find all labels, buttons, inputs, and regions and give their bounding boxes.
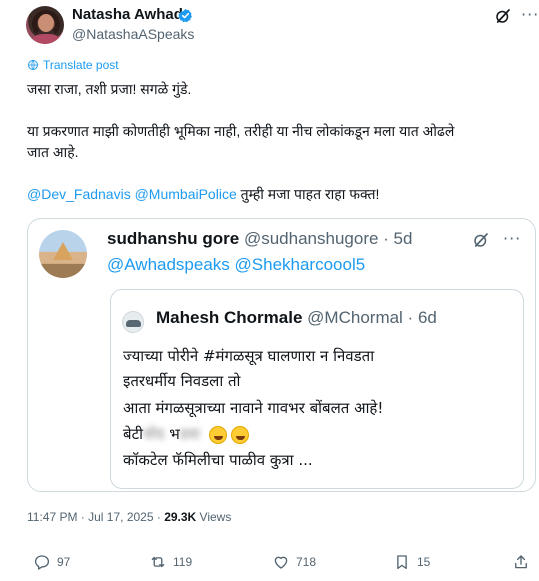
share-icon — [515, 555, 527, 569]
repost-icon — [151, 556, 165, 568]
quoted-author-line: sudhanshu gore @sudhanshugore · 5d — [107, 229, 412, 249]
author-handle[interactable]: @NatashaASpeaks — [72, 26, 194, 42]
globe-icon — [28, 60, 38, 70]
share-button[interactable] — [512, 553, 530, 571]
nested-author-avatar[interactable] — [122, 311, 144, 333]
author-display-name[interactable]: Natasha Awhad — [72, 6, 183, 23]
bookmark-icon — [397, 555, 407, 570]
nested-author-line: Mahesh Chormale @MChormal · 6d — [156, 308, 437, 328]
more-options-icon[interactable]: ··· — [503, 231, 521, 247]
post-meta: 11:47 PM · Jul 17, 2025 · 29.3K Views — [27, 510, 231, 524]
translate-post-link[interactable]: Translate post — [27, 58, 119, 72]
like-count: 718 — [296, 555, 317, 569]
quoted-mentions[interactable]: @Awhadspeaks @Shekharcoool5 — [107, 255, 365, 275]
author-avatar[interactable] — [26, 6, 64, 44]
nested-text-line: आता मंगळसूत्राच्या नावाने गावभर बोंबलत आ… — [123, 399, 384, 417]
nested-author-name[interactable]: Mahesh Chormale — [156, 308, 302, 327]
quoted-author-name[interactable]: sudhanshu gore — [107, 229, 239, 248]
blurred-word: चोद — [143, 425, 165, 443]
rofl-emoji-icon — [230, 425, 249, 444]
repost-count: 119 — [173, 555, 193, 569]
more-options-icon[interactable]: ··· — [521, 7, 539, 23]
grok-icon[interactable] — [494, 7, 512, 25]
nested-text-line: इतरधर्मीय निवडला तो — [123, 372, 241, 390]
post-text-line: या प्रकरणात माझी कोणतीही भूमिका नाही, तर… — [27, 123, 455, 139]
post-text-line: जात आहे. — [27, 144, 79, 160]
post-text-tail: तुम्ही मजा पाहत राहा फक्त! — [240, 186, 380, 202]
reply-count: 97 — [57, 555, 71, 569]
nested-quoted-post-card[interactable]: Mahesh Chormale @MChormal · 6d ज्याच्या … — [110, 289, 524, 489]
nested-author-handle: @MChormal · 6d — [307, 308, 437, 327]
post-text-line: जसा राजा, तशी प्रजा! सगळे गुंडे. — [27, 81, 192, 97]
nested-text-segment: भ — [169, 425, 180, 443]
views-count: 29.3K — [164, 510, 197, 524]
quoted-post-card[interactable]: sudhanshu gore @sudhanshugore · 5d @Awha… — [27, 218, 536, 492]
heart-icon — [274, 556, 288, 569]
blurred-word: डवा — [179, 425, 200, 443]
post-timestamp[interactable]: 11:47 PM · Jul 17, 2025 · — [27, 510, 164, 524]
mention-link[interactable]: @Dev_Fadnavis — [27, 186, 131, 202]
bookmark-count: 15 — [417, 555, 431, 569]
verified-badge-icon — [178, 8, 192, 23]
bookmark-button[interactable]: 15 — [393, 553, 430, 571]
like-button[interactable]: 718 — [272, 553, 316, 571]
reply-icon — [34, 555, 50, 570]
post-text-line: @Dev_Fadnavis @MumbaiPolice तुम्ही मजा प… — [27, 185, 379, 204]
translate-post-label: Translate post — [43, 58, 119, 72]
repost-button[interactable]: 119 — [149, 553, 192, 571]
views-label: Views — [196, 510, 232, 524]
mention-link[interactable]: @MumbaiPolice — [135, 186, 237, 202]
nested-text-line: ज्याच्या पोरीने #मंगळसूत्र घालणारा न निव… — [123, 347, 375, 365]
quoted-author-handle: @sudhanshugore · 5d — [243, 229, 413, 248]
nested-text-segment: बेटी — [123, 425, 144, 443]
quoted-author-avatar[interactable] — [39, 230, 87, 278]
nested-text-line: बेटीचोद भडवा — [123, 424, 249, 444]
reply-button[interactable]: 97 — [33, 553, 70, 571]
rofl-emoji-icon — [208, 425, 227, 444]
grok-icon[interactable] — [472, 231, 490, 249]
nested-text-line: कॉकटेल फॅमिलीचा पाळीव कुत्रा ... — [123, 451, 313, 469]
